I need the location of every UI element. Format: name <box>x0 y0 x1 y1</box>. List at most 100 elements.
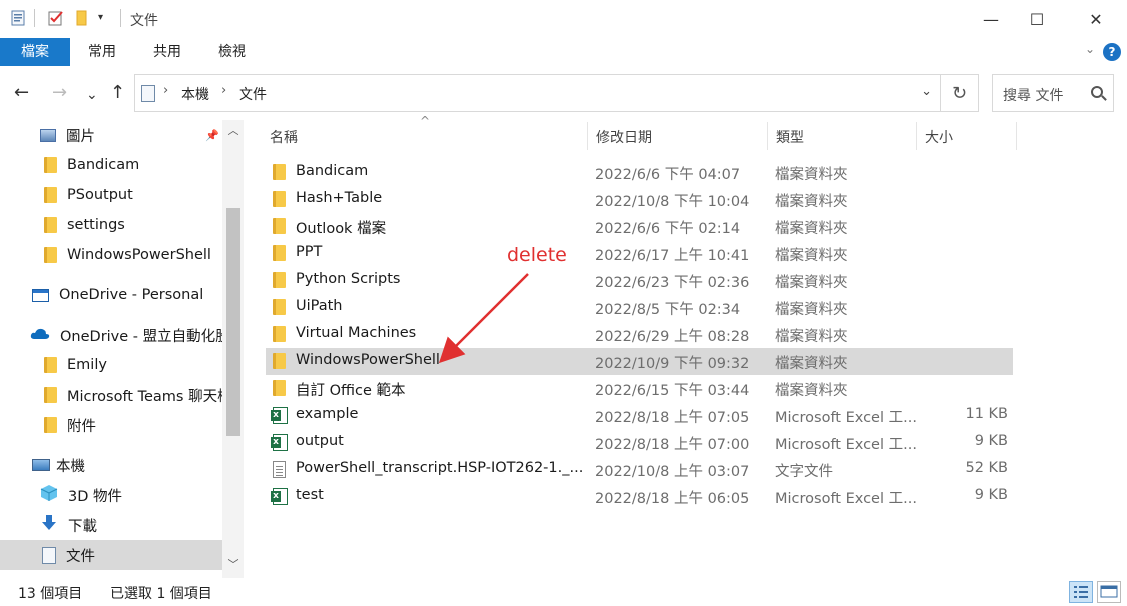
search-box[interactable]: 搜尋 文件 <box>992 74 1114 112</box>
file-type: 檔案資料夾 <box>775 221 848 237</box>
file-modified-date: 2022/6/15 下午 03:44 <box>595 383 750 399</box>
column-divider[interactable] <box>916 122 917 150</box>
file-row[interactable]: Bandicam 2022/6/6 下午 04:07 檔案資料夾 <box>266 159 1013 186</box>
help-button[interactable]: ? <box>1103 43 1121 61</box>
folder-icon <box>273 245 286 261</box>
sidebar-item-bandicam[interactable]: Bandicam <box>0 150 222 180</box>
breadcrumb-chevron-icon[interactable]: › <box>221 83 226 98</box>
sidebar-item-3d-objects[interactable]: 3D 物件 <box>0 480 222 510</box>
address-bar[interactable]: › 本機 › 文件 ⌄ <box>134 74 941 112</box>
annotation-label: delete <box>507 244 567 266</box>
annotation-arrow <box>438 273 529 364</box>
file-row[interactable]: Virtual Machines 2022/6/29 上午 08:28 檔案資料夾 <box>266 321 1013 348</box>
sidebar-item-downloads[interactable]: 下載 <box>0 510 222 540</box>
recent-locations-button[interactable]: ⌄ <box>86 84 98 106</box>
file-row[interactable]: 自訂 Office 範本 2022/6/15 下午 03:44 檔案資料夾 <box>266 375 1013 402</box>
tab-share[interactable]: 共用 <box>143 38 191 66</box>
file-type: Microsoft Excel 工... <box>775 491 917 507</box>
file-type: 文字文件 <box>775 464 833 480</box>
file-name: output <box>296 433 344 449</box>
explorer-app-icon[interactable] <box>10 10 26 26</box>
file-row[interactable]: UiPath 2022/8/5 下午 02:34 檔案資料夾 <box>266 294 1013 321</box>
column-divider[interactable] <box>587 122 588 150</box>
sidebar-item-onedrive-personal[interactable]: OneDrive - Personal <box>0 280 222 310</box>
sidebar-item-label: OneDrive - Personal <box>59 287 204 303</box>
properties-check-icon[interactable] <box>48 10 64 26</box>
column-header-name[interactable]: 名稱 <box>270 127 298 147</box>
tab-home[interactable]: 常用 <box>78 38 126 66</box>
sidebar-item-documents[interactable]: 文件 <box>0 540 222 570</box>
breadcrumb-documents[interactable]: 文件 <box>239 84 267 104</box>
sort-ascending-icon: ^ <box>420 114 431 128</box>
navigation-pane: 圖片 📌 Bandicam PSoutput settings WindowsP… <box>0 120 244 578</box>
file-modified-date: 2022/6/6 下午 02:14 <box>595 221 741 237</box>
file-row[interactable]: output 2022/8/18 上午 07:00 Microsoft Excel … <box>266 429 1013 456</box>
tab-view[interactable]: 檢視 <box>208 38 256 66</box>
file-type: 檔案資料夾 <box>775 248 848 264</box>
folder-icon <box>273 380 286 396</box>
minimize-button[interactable]: — <box>968 0 1014 38</box>
window-title: 文件 <box>130 13 158 29</box>
folder-icon <box>273 326 286 342</box>
sidebar-item-label: Microsoft Teams 聊天檔 <box>67 388 222 405</box>
sidebar-scrollbar[interactable]: ︿ ﹀ <box>222 120 244 578</box>
file-modified-date: 2022/6/23 下午 02:36 <box>595 275 750 291</box>
sidebar-item-windowspowershell[interactable]: WindowsPowerShell <box>0 240 222 270</box>
file-name: WindowsPowerShell <box>296 352 440 368</box>
file-row[interactable]: Outlook 檔案 2022/6/6 下午 02:14 檔案資料夾 <box>266 213 1013 240</box>
file-name: UiPath <box>296 298 343 314</box>
file-modified-date: 2022/6/17 上午 10:41 <box>595 248 750 264</box>
close-button[interactable]: ✕ <box>1073 0 1119 38</box>
column-header-date[interactable]: 修改日期 <box>596 127 652 147</box>
sidebar-item-label: 附件 <box>67 418 96 435</box>
scrollbar-thumb[interactable] <box>226 208 240 436</box>
file-row[interactable]: example 2022/8/18 上午 07:05 Microsoft Excel… <box>266 402 1013 429</box>
sidebar-item-label: OneDrive - 盟立自動化股 <box>60 328 222 345</box>
customize-toolbar-icon[interactable]: ▾ <box>98 12 114 28</box>
back-button[interactable]: ← <box>14 82 29 104</box>
sidebar-item-this-pc[interactable]: 本機 <box>0 450 222 480</box>
downloads-icon <box>40 514 58 536</box>
file-row[interactable]: PowerShell_transcript.HSP-IOT262-1._... 2… <box>266 456 1013 483</box>
file-row[interactable]: PPT 2022/6/17 上午 10:41 檔案資料夾 <box>266 240 1013 267</box>
pictures-icon <box>40 128 56 142</box>
column-divider[interactable] <box>767 122 768 150</box>
file-size: 11 KB <box>965 406 1008 422</box>
forward-button[interactable]: → <box>52 82 67 104</box>
breadcrumb-this-pc[interactable]: 本機 <box>181 84 209 104</box>
address-dropdown-icon[interactable]: ⌄ <box>921 84 932 99</box>
text-file-icon <box>273 461 286 478</box>
breadcrumb-chevron-icon[interactable]: › <box>163 83 168 98</box>
scroll-up-icon[interactable]: ︿ <box>222 120 244 142</box>
file-row[interactable]: WindowsPowerShell 2022/10/9 下午 09:32 檔案資料夾 <box>266 348 1013 375</box>
maximize-button[interactable]: ☐ <box>1014 0 1060 38</box>
up-button[interactable]: ↑ <box>110 82 125 104</box>
scroll-down-icon[interactable]: ﹀ <box>222 554 244 576</box>
sidebar-item-label: Bandicam <box>67 157 140 173</box>
column-header-type[interactable]: 類型 <box>776 127 804 147</box>
sidebar-item-label: WindowsPowerShell <box>67 247 211 263</box>
large-icons-view-button[interactable] <box>1097 581 1121 603</box>
file-name: Virtual Machines <box>296 325 417 341</box>
tab-file[interactable]: 檔案 <box>0 38 70 66</box>
pin-icon[interactable]: 📌 <box>205 129 219 142</box>
file-row[interactable]: Hash+Table 2022/10/8 下午 10:04 檔案資料夾 <box>266 186 1013 213</box>
file-size: 9 KB <box>974 487 1008 503</box>
details-view-button[interactable] <box>1069 581 1093 603</box>
folder-icon <box>44 247 57 263</box>
sidebar-item-attachments[interactable]: 附件 <box>0 410 222 440</box>
file-type: 檔案資料夾 <box>775 194 848 210</box>
refresh-button[interactable]: ↻ <box>941 74 979 112</box>
file-row[interactable]: test 2022/8/18 上午 06:05 Microsoft Excel 工.… <box>266 483 1013 510</box>
column-divider[interactable] <box>1016 122 1017 150</box>
file-row[interactable]: Python Scripts 2022/6/23 下午 02:36 檔案資料夾 <box>266 267 1013 294</box>
sidebar-item-onedrive-business[interactable]: OneDrive - 盟立自動化股 <box>0 320 222 350</box>
sidebar-item-settings[interactable]: settings <box>0 210 222 240</box>
column-header-size[interactable]: 大小 <box>925 127 953 147</box>
sidebar-item-pictures[interactable]: 圖片 📌 <box>0 120 222 150</box>
new-folder-icon[interactable] <box>74 10 90 26</box>
expand-ribbon-icon[interactable]: ⌄ <box>1085 42 1095 56</box>
sidebar-item-teams-chat[interactable]: Microsoft Teams 聊天檔 <box>0 380 222 410</box>
sidebar-item-psoutput[interactable]: PSoutput <box>0 180 222 210</box>
sidebar-item-emily[interactable]: Emily <box>0 350 222 380</box>
